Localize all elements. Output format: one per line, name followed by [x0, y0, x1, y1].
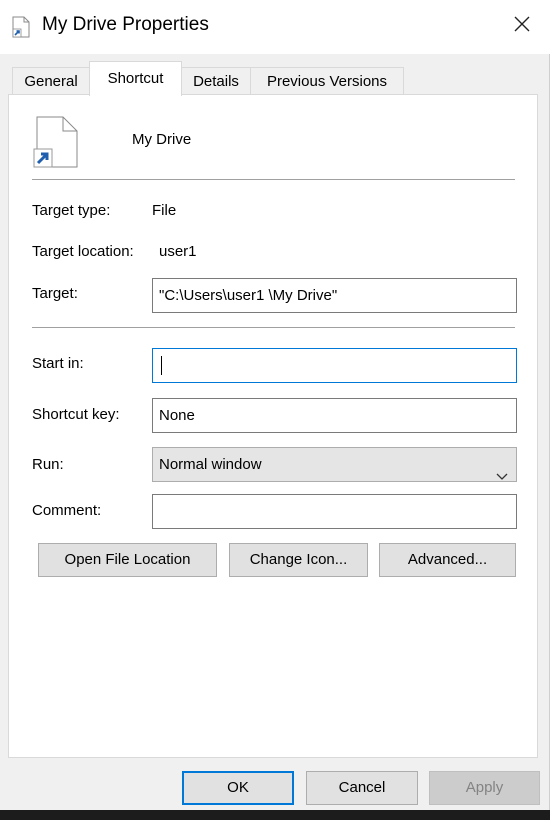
target-type-value: File [152, 202, 177, 219]
tab-details[interactable]: Details [181, 67, 251, 94]
properties-dialog: My Drive Properties General Shortcut Det… [0, 0, 550, 820]
target-type-label: Target type: [32, 202, 111, 219]
target-location-value: user1 [159, 243, 197, 260]
shortcut-file-icon [33, 116, 79, 168]
target-field[interactable]: "C:\Users\user1 \My Drive" [152, 278, 517, 313]
comment-field[interactable] [152, 494, 517, 529]
tab-general[interactable]: General [12, 67, 90, 94]
shortcut-key-value: None [159, 407, 195, 424]
shortcut-key-field[interactable]: None [152, 398, 517, 433]
run-select-value: Normal window [159, 456, 262, 473]
target-field-value: "C:\Users\user1 \My Drive" [159, 287, 338, 304]
change-icon-button[interactable]: Change Icon... [229, 543, 368, 577]
cancel-button[interactable]: Cancel [306, 771, 418, 805]
start-in-label: Start in: [32, 355, 84, 372]
run-label: Run: [32, 456, 64, 473]
title-bar: My Drive Properties [0, 0, 550, 54]
apply-button[interactable]: Apply [429, 771, 540, 805]
separator [32, 327, 515, 328]
separator [32, 179, 515, 180]
run-select[interactable]: Normal window [152, 447, 517, 482]
shortcut-file-icon [12, 16, 30, 38]
text-caret [161, 356, 162, 375]
close-icon [514, 16, 530, 36]
tab-previous-versions[interactable]: Previous Versions [250, 67, 404, 94]
comment-label: Comment: [32, 502, 102, 519]
shortcut-name: My Drive [132, 131, 192, 148]
target-label: Target: [32, 285, 78, 302]
start-in-field[interactable] [152, 348, 517, 383]
ok-button[interactable]: OK [182, 771, 294, 805]
close-button[interactable] [500, 8, 544, 44]
target-location-label: Target location: [32, 243, 134, 260]
shortcut-key-label: Shortcut key: [32, 406, 120, 423]
open-file-location-button[interactable]: Open File Location [38, 543, 217, 577]
chevron-down-icon [496, 460, 508, 493]
window-title: My Drive Properties [42, 14, 209, 35]
tab-shortcut[interactable]: Shortcut [89, 61, 182, 96]
advanced-button[interactable]: Advanced... [379, 543, 516, 577]
bottom-edge [0, 810, 550, 820]
